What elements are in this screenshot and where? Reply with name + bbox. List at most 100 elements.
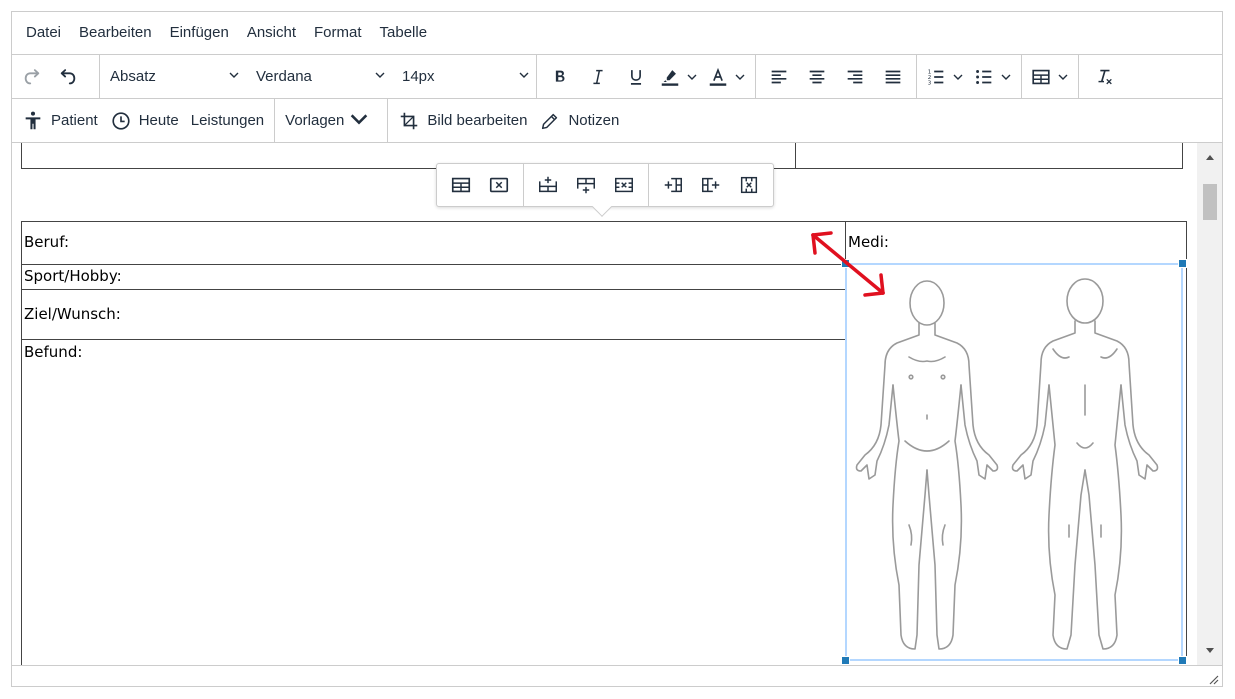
notizen-button[interactable]: Notizen xyxy=(533,104,625,138)
medi-cell[interactable]: Medi: xyxy=(845,221,1187,265)
delete-table-icon xyxy=(489,177,509,193)
scroll-up-arrow-icon[interactable] xyxy=(1197,147,1222,167)
chevron-down-icon xyxy=(228,68,240,85)
highlight-color-swatch xyxy=(661,82,679,86)
delete-row-button[interactable] xyxy=(605,168,643,202)
clear-group xyxy=(1079,55,1129,98)
clear-formatting-icon xyxy=(1098,69,1112,84)
align-right-icon xyxy=(847,70,863,83)
underline-icon xyxy=(630,69,642,85)
underline-button[interactable] xyxy=(617,60,655,94)
table-properties-button[interactable] xyxy=(442,168,480,202)
menubar: Datei Bearbeiten Einfügen Ansicht Format… xyxy=(12,12,1222,55)
clock-icon xyxy=(112,111,130,130)
delete-row-icon xyxy=(615,177,633,193)
align-left-button[interactable] xyxy=(760,60,798,94)
undo-icon xyxy=(60,68,76,84)
befund-cell[interactable]: Befund: xyxy=(21,339,846,665)
vorlagen-menu-button[interactable]: Vorlagen xyxy=(279,104,383,138)
delete-column-icon xyxy=(740,176,758,194)
bullet-list-split-button[interactable] xyxy=(969,60,1017,94)
font-size-select[interactable]: 14px xyxy=(392,60,536,94)
sport-cell[interactable]: Sport/Hobby: xyxy=(21,264,846,290)
font-size-value: 14px xyxy=(402,68,435,85)
body-diagram-image[interactable] xyxy=(841,259,1187,665)
insert-row-after-icon xyxy=(577,177,595,194)
leistungen-button[interactable]: Leistungen xyxy=(185,104,270,138)
resize-handle-bottom-right[interactable] xyxy=(1178,656,1187,665)
list-group: 123 xyxy=(917,55,1022,98)
insert-column-before-button[interactable] xyxy=(654,168,692,202)
align-center-button[interactable] xyxy=(798,60,836,94)
ziel-cell[interactable]: Ziel/Wunsch: xyxy=(21,289,846,340)
font-family-select[interactable]: Verdana xyxy=(246,60,392,94)
beruf-label: Beruf: xyxy=(24,233,69,251)
align-center-icon xyxy=(809,70,825,83)
vorlagen-group: Vorlagen xyxy=(275,99,389,142)
insert-row-after-button[interactable] xyxy=(567,168,605,202)
redo-button[interactable] xyxy=(16,60,50,94)
font-family-value: Verdana xyxy=(256,68,312,85)
font-selects-group: Absatz Verdana 14px xyxy=(100,55,537,98)
insert-column-before-icon xyxy=(664,177,682,193)
menu-ansicht[interactable]: Ansicht xyxy=(238,18,305,48)
chevron-down-icon[interactable] xyxy=(683,60,701,94)
menu-tabelle[interactable]: Tabelle xyxy=(371,18,437,48)
bold-button[interactable] xyxy=(541,60,579,94)
undo-button[interactable] xyxy=(50,60,84,94)
delete-table-button[interactable] xyxy=(480,168,518,202)
clear-formatting-button[interactable] xyxy=(1083,60,1125,94)
insert-row-before-button[interactable] xyxy=(529,168,567,202)
status-bar xyxy=(12,665,1222,686)
beruf-cell[interactable]: Beruf: xyxy=(21,221,846,265)
block-format-select[interactable]: Absatz xyxy=(100,60,246,94)
patient-group: Patient Heute Leistungen xyxy=(12,99,276,142)
crop-icon xyxy=(401,112,418,129)
insert-column-after-button[interactable] xyxy=(692,168,730,202)
chevron-down-icon[interactable] xyxy=(949,60,967,94)
highlight-color-split-button[interactable] xyxy=(655,60,703,94)
patient-button[interactable]: Patient xyxy=(16,104,104,138)
vorlagen-label: Vorlagen xyxy=(285,112,345,129)
italic-button[interactable] xyxy=(579,60,617,94)
delete-column-button[interactable] xyxy=(730,168,768,202)
scroll-down-arrow-icon[interactable] xyxy=(1197,641,1222,661)
bild-bearbeiten-button[interactable]: Bild bearbeiten xyxy=(392,104,533,138)
heute-button[interactable]: Heute xyxy=(104,104,185,138)
align-right-button[interactable] xyxy=(836,60,874,94)
resize-handle-bottom-left[interactable] xyxy=(841,656,850,665)
text-color-button[interactable] xyxy=(705,60,731,94)
table-cell[interactable] xyxy=(795,143,1183,169)
chevron-down-icon[interactable] xyxy=(997,60,1015,94)
menu-format[interactable]: Format xyxy=(305,18,371,48)
numbered-list-button[interactable]: 123 xyxy=(923,60,949,94)
menu-bearbeiten[interactable]: Bearbeiten xyxy=(70,18,161,48)
scrollbar-thumb[interactable] xyxy=(1203,184,1217,220)
row-ops-group xyxy=(524,164,649,206)
insert-column-after-icon xyxy=(702,177,720,193)
table-icon xyxy=(1032,69,1050,84)
chevron-down-icon[interactable] xyxy=(1054,60,1072,94)
chevron-down-icon[interactable] xyxy=(731,60,749,94)
table-properties-icon xyxy=(451,177,471,193)
bild-bearbeiten-label: Bild bearbeiten xyxy=(427,112,528,129)
numbered-list-split-button[interactable]: 123 xyxy=(921,60,969,94)
text-color-split-button[interactable] xyxy=(703,60,751,94)
resize-handle-top-right[interactable] xyxy=(1178,259,1187,268)
menu-einfuegen[interactable]: Einfügen xyxy=(161,18,238,48)
bullet-list-button[interactable] xyxy=(971,60,997,94)
table-split-button[interactable] xyxy=(1026,60,1074,94)
table-button[interactable] xyxy=(1028,60,1054,94)
vertical-scrollbar[interactable] xyxy=(1197,143,1222,665)
patient-label: Patient xyxy=(51,112,98,129)
notizen-label: Notizen xyxy=(568,112,620,129)
highlight-icon xyxy=(661,69,679,86)
bold-icon xyxy=(555,70,565,82)
menu-datei[interactable]: Datei xyxy=(17,18,70,48)
alignment-group xyxy=(756,55,917,98)
resize-grip-icon[interactable] xyxy=(1207,673,1219,685)
chevron-down-icon xyxy=(518,68,530,85)
align-justify-button[interactable] xyxy=(874,60,912,94)
highlight-button[interactable] xyxy=(657,60,683,94)
chevron-down-icon xyxy=(374,68,386,85)
